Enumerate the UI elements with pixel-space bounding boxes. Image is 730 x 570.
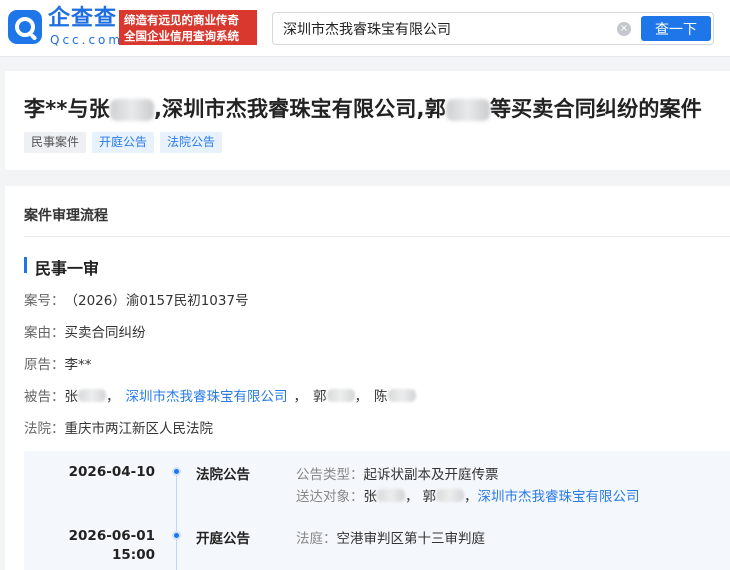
- separator: ，: [293, 389, 308, 405]
- separator: ，: [106, 389, 120, 405]
- logo-text[interactable]: 企查查: [48, 6, 117, 32]
- case-process-card: 案件审理流程 民事一审 案号： （2026）渝0157民初1037号 案由： 买…: [5, 186, 730, 570]
- plaintiff-label: 原告：: [24, 357, 65, 373]
- separator: ，: [405, 489, 419, 505]
- clear-icon[interactable]: ×: [617, 22, 631, 36]
- divider: [24, 236, 730, 237]
- stage-accent-bar: [24, 257, 27, 273]
- timeline-date-day: 2026-06-01: [68, 528, 155, 544]
- plaintiff-value: 李**: [64, 357, 92, 373]
- case-title-card: 李**与张 ,深圳市杰我睿珠宝有限公司,郭 等买卖合同纠纷的案件 民事案件 开庭公告…: [5, 71, 730, 170]
- plaintiff-row: 原告： 李**: [24, 353, 92, 373]
- masked-name: [445, 99, 490, 121]
- defendant-1: 张: [64, 389, 79, 405]
- logo-domain: Qcc.com: [50, 33, 124, 47]
- timeline-type: 法院公告: [196, 467, 250, 483]
- recipient-1: 张: [363, 489, 378, 505]
- timeline-date: 2026-04-10: [68, 464, 155, 480]
- case-timeline: 2026-04-10 法院公告 公告类型： 起诉状副本及开庭传票 送达对象： 张…: [24, 451, 730, 570]
- notice-type-label: 公告类型：: [296, 467, 364, 483]
- search-input[interactable]: [283, 13, 603, 44]
- section-title: 案件审理流程: [24, 208, 108, 224]
- search-box: × 查一下: [272, 12, 714, 45]
- timeline-date-time: 15:00: [112, 547, 155, 563]
- timeline-line: [176, 473, 177, 570]
- timeline-dot: [172, 531, 181, 540]
- slogan-line-1: 缔造有远见的商业传奇: [124, 13, 239, 27]
- search-button[interactable]: 查一下: [641, 16, 711, 41]
- case-tags: 民事案件 开庭公告 法院公告: [24, 132, 223, 153]
- courtroom-value: 空港审判区第十三审判庭: [336, 531, 486, 547]
- masked-name: [109, 99, 154, 121]
- cause-row: 案由： 买卖合同纠纷: [24, 321, 146, 341]
- tag-civil-case: 民事案件: [24, 132, 87, 153]
- case-number-row: 案号： （2026）渝0157民初1037号: [24, 289, 249, 309]
- separator: ，: [464, 489, 478, 505]
- masked-name: [387, 388, 416, 402]
- slogan-banner: 缔造有远见的商业传奇 全国企业信用查询系统: [119, 10, 257, 45]
- tag-hearing-notice[interactable]: 开庭公告: [92, 132, 155, 153]
- court-row: 法院： 重庆市两江新区人民法院: [24, 417, 213, 437]
- recipient-row: 送达对象： 张， 郭， 深圳市杰我睿珠宝有限公司: [296, 485, 640, 505]
- top-header: 企查查 Qcc.com 缔造有远见的商业传奇 全国企业信用查询系统 × 查一下: [0, 0, 730, 57]
- timeline-type: 开庭公告: [196, 531, 250, 547]
- case-title: 李**与张 ,深圳市杰我睿珠宝有限公司,郭 等买卖合同纠纷的案件: [24, 93, 702, 123]
- cause-value: 买卖合同纠纷: [64, 325, 146, 341]
- defendant-4: 陈: [374, 389, 388, 405]
- court-value: 重庆市两江新区人民法院: [64, 421, 214, 437]
- case-number-label: 案号：: [24, 293, 65, 309]
- timeline-date: 2026-06-01 15:00: [24, 527, 155, 565]
- masked-name: [436, 488, 464, 502]
- courtroom-row: 法庭： 空港审判区第十三审判庭: [296, 527, 485, 547]
- tag-court-notice[interactable]: 法院公告: [160, 132, 223, 153]
- defendant-label: 被告：: [24, 389, 65, 405]
- courtroom-label: 法庭：: [296, 531, 337, 547]
- recipient-label: 送达对象：: [296, 489, 364, 505]
- timeline-dot: [172, 467, 181, 476]
- masked-name: [78, 388, 106, 402]
- recipient-company-link[interactable]: 深圳市杰我睿珠宝有限公司: [478, 485, 640, 505]
- recipient-2: 郭: [422, 489, 437, 505]
- case-number-value: （2026）渝0157民初1037号: [64, 293, 249, 309]
- case-title-part-2: ,深圳市杰我睿珠宝有限公司,郭: [153, 97, 446, 121]
- notice-type-value: 起诉状副本及开庭传票: [363, 467, 499, 483]
- notice-type-row: 公告类型： 起诉状副本及开庭传票: [296, 463, 499, 483]
- case-title-part-1: 李**与张: [24, 97, 110, 121]
- defendant-row: 被告： 张 ， 深圳市杰我睿珠宝有限公司 ， 郭 ， 陈: [24, 385, 416, 405]
- masked-name: [326, 388, 355, 402]
- defendant-3: 郭: [313, 389, 327, 405]
- qcc-logo-icon[interactable]: [8, 10, 42, 44]
- court-label: 法院：: [24, 421, 65, 437]
- masked-name: [377, 488, 405, 502]
- case-title-part-3: 等买卖合同纠纷的案件: [489, 97, 702, 121]
- defendant-company-link[interactable]: 深圳市杰我睿珠宝有限公司: [126, 385, 288, 405]
- separator: ，: [354, 389, 369, 405]
- stage-title: 民事一审: [35, 259, 100, 278]
- cause-label: 案由：: [24, 325, 65, 341]
- slogan-line-2: 全国企业信用查询系统: [124, 29, 239, 43]
